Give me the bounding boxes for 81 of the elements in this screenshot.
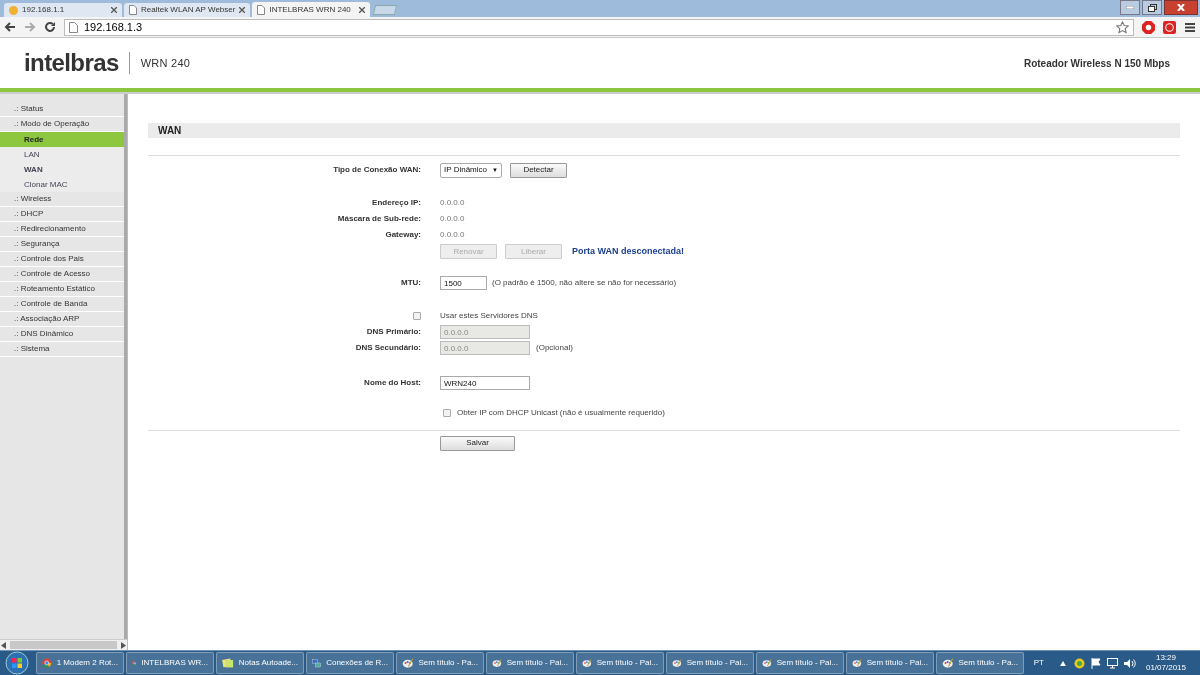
taskbar-button[interactable]: Sem título - Pai... [666, 652, 754, 674]
stop-sign-icon[interactable] [1142, 20, 1155, 34]
browser-tab[interactable]: Realtek WLAN AP Webser [124, 3, 251, 17]
close-icon[interactable] [111, 7, 117, 13]
taskbar-button[interactable]: Conexões de R... [306, 652, 394, 674]
menu-icon[interactable] [1184, 21, 1196, 33]
restore-icon [1147, 3, 1157, 12]
speaker-icon[interactable] [1123, 657, 1136, 669]
field-label: Máscara de Sub-rede: [337, 213, 421, 225]
input-field[interactable]: WRN240 [440, 376, 530, 390]
taskbar-button[interactable]: Sem título - Pa... [936, 652, 1024, 674]
field-label: DNS Secundário: [355, 342, 421, 354]
field-label: Tipo de Conexão WAN: [333, 164, 421, 176]
taskbar-button[interactable]: Sem título - Pa... [396, 652, 484, 674]
field-label: Nome do Host: [364, 377, 421, 389]
start-button[interactable] [4, 651, 30, 675]
page-icon [69, 21, 78, 33]
shield-icon[interactable] [1073, 657, 1085, 669]
checkbox-label: Usar estes Servidores DNS [440, 310, 538, 322]
field-label: Endereço IP: [372, 197, 421, 209]
browser-tab[interactable]: INTELBRAS WRN 240 [252, 2, 371, 17]
close-button[interactable] [1164, 0, 1198, 15]
field-label: Gateway: [385, 229, 421, 241]
page-icon [257, 4, 266, 15]
scroll-thumb[interactable] [10, 641, 117, 649]
field-value: 0.0.0.0 [440, 229, 465, 241]
circle-icon [9, 5, 18, 15]
close-icon[interactable] [359, 6, 366, 13]
clock-date[interactable]: 01/07/2015 [1145, 663, 1186, 673]
model-name: WRN 240 [140, 55, 191, 71]
button[interactable]: Salvar [440, 435, 515, 451]
tab-title: 192.168.1.1 [22, 4, 66, 16]
sidebar-subitem[interactable]: Clonar MAC [0, 177, 124, 192]
checkbox[interactable] [413, 312, 421, 320]
close-icon [1177, 4, 1185, 11]
dropdown-value: IP Dinâmico [444, 164, 487, 176]
flag-icon[interactable] [1090, 657, 1101, 669]
taskbar-button[interactable]: INTELBRAS WR... [126, 652, 214, 674]
button[interactable]: Detectar [510, 162, 567, 178]
field-label: DNS Primário: [366, 326, 421, 338]
back-icon[interactable] [4, 21, 16, 33]
clock-time[interactable]: 13:29 [1155, 653, 1176, 663]
taskbar-button[interactable]: Sem título - Pai... [756, 652, 844, 674]
page-icon [129, 5, 137, 15]
minimize-icon [1126, 6, 1134, 9]
scroll-right-icon[interactable] [120, 641, 126, 649]
browser-tab[interactable]: 192.168.1.1 [4, 3, 122, 17]
tab-title: Realtek WLAN AP Webser [141, 4, 236, 16]
star-icon[interactable] [1116, 20, 1129, 34]
taskbar-button[interactable]: Sem título - Pai... [846, 652, 934, 674]
field-value: 0.0.0.0 [440, 213, 465, 225]
show-hidden-icon[interactable] [1059, 660, 1066, 666]
brand-logo: intelbras [24, 48, 119, 78]
field-value: 0.0.0.0 [440, 197, 465, 209]
status-message: Porta WAN desconectada! [572, 244, 685, 258]
hint-text: (O padrão é 1500, não altere se não for necessário) [492, 277, 677, 289]
reload-icon[interactable] [44, 21, 56, 33]
network-icon[interactable] [1106, 657, 1118, 669]
taskbar-button[interactable]: Notas Autoade... [216, 652, 304, 674]
checkbox-label: Obter IP com DHCP Unicast (não é usualmente requerido) [457, 407, 665, 419]
horizontal-scrollbar[interactable] [0, 639, 127, 650]
sidebar-subitem[interactable]: Rede [0, 132, 124, 147]
input-field[interactable]: 1500 [440, 276, 487, 290]
address-bar[interactable]: 192.168.1.3 [64, 18, 1134, 36]
taskbar-button[interactable]: Sem título - Pai... [576, 652, 664, 674]
section-title: WAN [148, 123, 1180, 138]
taskbar-button[interactable]: 1 Modem 2 Rot... [36, 652, 124, 674]
product-name: Roteador Wireless N 150 Mbps [1023, 56, 1170, 71]
extension-icon[interactable] [1163, 20, 1176, 34]
scroll-left-icon[interactable] [1, 641, 7, 649]
tab-title: INTELBRAS WRN 240 [269, 3, 352, 16]
url-text: 192.168.1.3 [84, 19, 143, 35]
close-icon[interactable] [239, 7, 246, 13]
language-indicator[interactable]: PT [1033, 657, 1044, 669]
taskbar-button[interactable]: Sem título - Pai... [486, 652, 574, 674]
sidebar-subitem[interactable]: LAN [0, 147, 124, 162]
field-label: MTU: [401, 277, 421, 289]
checkbox[interactable] [443, 409, 451, 417]
sidebar-subitem[interactable]: WAN [0, 162, 124, 177]
hint-text: (Opcional) [536, 342, 573, 354]
maximize-button[interactable] [1142, 0, 1162, 15]
